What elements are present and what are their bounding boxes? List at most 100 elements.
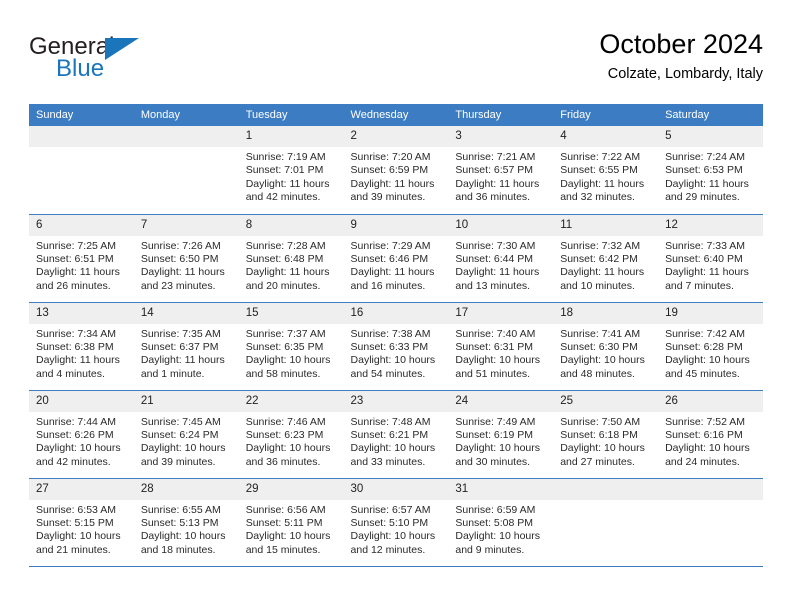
- calendar-day-cell[interactable]: 8 Sunrise: 7:28 AM Sunset: 6:48 PM Daylight…: [238, 214, 344, 303]
- calendar-day-cell[interactable]: 7 Sunrise: 7:26 AM Sunset: 6:50 PM Daylight…: [133, 214, 239, 303]
- calendar-day-cell[interactable]: 16 Sunrise: 7:38 AM Sunset: 6:33 PM Dayligh…: [343, 302, 449, 391]
- calendar-day-cell[interactable]: 6 Sunrise: 7:25 AM Sunset: 6:51 PM Daylight…: [29, 214, 134, 303]
- day-detail: Sunrise: 6:56 AM Sunset: 5:11 PM Daylight:…: [239, 500, 344, 558]
- sunrise-text: Sunrise: 7:38 AM: [350, 327, 431, 340]
- calendar-day-cell[interactable]: 5 Sunrise: 7:24 AM Sunset: 6:53 PM Daylight…: [658, 126, 763, 215]
- sunset-text: Sunset: 6:35 PM: [245, 340, 324, 353]
- calendar-page: General Blue October 2024 Colzate, Lomba…: [0, 0, 792, 612]
- day-detail: Sunrise: 7:32 AM Sunset: 6:42 PM Daylight:…: [553, 236, 658, 294]
- daylight-text-line1: Daylight: 10 hours: [560, 354, 645, 367]
- day-number: 6: [29, 214, 134, 236]
- calendar-day-cell[interactable]: 3 Sunrise: 7:21 AM Sunset: 6:57 PM Daylight…: [448, 126, 554, 215]
- sunset-text: Sunset: 6:44 PM: [455, 252, 534, 265]
- sunset-text: Sunset: 6:21 PM: [350, 428, 429, 441]
- calendar-day-cell[interactable]: 22 Sunrise: 7:46 AM Sunset: 6:23 PM Dayligh…: [238, 390, 344, 479]
- sunrise-text: Sunrise: 7:25 AM: [36, 239, 116, 252]
- calendar-day-cell[interactable]: 10 Sunrise: 7:30 AM Sunset: 6:44 PM Dayligh…: [448, 214, 554, 303]
- calendar-day-cell[interactable]: 31 Sunrise: 6:59 AM Sunset: 5:08 PM Dayligh…: [448, 478, 554, 567]
- daylight-text-line2: and 24 minutes.: [665, 455, 740, 468]
- weekday-header-sunday: Sunday: [29, 104, 134, 126]
- daylight-text-line1: Daylight: 10 hours: [350, 442, 436, 455]
- sunset-text: Sunset: 6:55 PM: [560, 164, 638, 177]
- day-detail: Sunrise: 7:20 AM Sunset: 6:59 PM Daylight:…: [344, 147, 449, 205]
- calendar-day-cell[interactable]: 15 Sunrise: 7:37 AM Sunset: 6:35 PM Dayligh…: [238, 302, 344, 391]
- day-detail: Sunrise: 7:19 AM Sunset: 7:01 PM Daylight:…: [239, 147, 344, 205]
- page-title: October 2024: [599, 29, 763, 59]
- calendar-day-cell[interactable]: 1 Sunrise: 7:19 AM Sunset: 7:01 PM Daylight…: [238, 126, 344, 215]
- day-number: 10: [448, 214, 554, 236]
- weekday-header-row: Sunday Monday Tuesday Wednesday Thursday…: [29, 104, 763, 126]
- sunset-text: Sunset: 6:16 PM: [665, 428, 743, 441]
- day-detail: Sunrise: 7:44 AM Sunset: 6:26 PM Daylight:…: [29, 412, 134, 470]
- sunrise-text: Sunrise: 7:49 AM: [455, 415, 536, 428]
- daylight-text-line1: Daylight: 10 hours: [455, 530, 541, 543]
- sunset-text: Sunset: 6:33 PM: [350, 340, 429, 353]
- calendar-day-cell[interactable]: 26 Sunrise: 7:52 AM Sunset: 6:16 PM Dayligh…: [658, 390, 763, 479]
- sunrise-text: Sunrise: 7:29 AM: [350, 239, 431, 252]
- calendar-day-cell[interactable]: 4 Sunrise: 7:22 AM Sunset: 6:55 PM Daylight…: [553, 126, 659, 215]
- calendar-day-cell[interactable]: 18 Sunrise: 7:41 AM Sunset: 6:30 PM Dayligh…: [553, 302, 659, 391]
- daylight-text-line2: and 39 minutes.: [140, 455, 216, 468]
- sunset-text: Sunset: 6:50 PM: [140, 252, 219, 265]
- calendar-day-cell[interactable]: 20 Sunrise: 7:44 AM Sunset: 6:26 PM Dayligh…: [29, 390, 134, 479]
- day-number: 3: [448, 126, 554, 147]
- daylight-text-line1: Daylight: 10 hours: [455, 354, 541, 367]
- calendar-day-cell[interactable]: 29 Sunrise: 6:56 AM Sunset: 5:11 PM Dayligh…: [238, 478, 344, 567]
- calendar-day-cell[interactable]: 30 Sunrise: 6:57 AM Sunset: 5:10 PM Dayligh…: [343, 478, 449, 567]
- calendar-day-cell[interactable]: 24 Sunrise: 7:49 AM Sunset: 6:19 PM Dayligh…: [448, 390, 554, 479]
- general-blue-logo[interactable]: General Blue: [29, 34, 159, 92]
- day-number: [29, 126, 134, 147]
- day-number: [553, 478, 659, 500]
- daylight-text-line2: and 48 minutes.: [560, 367, 635, 380]
- calendar-day-cell[interactable]: 28 Sunrise: 6:55 AM Sunset: 5:13 PM Dayligh…: [133, 478, 239, 567]
- calendar-day-cell[interactable]: 14 Sunrise: 7:35 AM Sunset: 6:37 PM Dayligh…: [133, 302, 239, 391]
- sunset-text: Sunset: 6:48 PM: [245, 252, 324, 265]
- sunset-text: Sunset: 6:57 PM: [455, 164, 534, 177]
- daylight-text-line2: and 18 minutes.: [140, 543, 216, 556]
- daylight-text-line2: and 15 minutes.: [245, 543, 321, 556]
- calendar-day-cell[interactable]: 13 Sunrise: 7:34 AM Sunset: 6:38 PM Dayligh…: [29, 302, 134, 391]
- daylight-text-line1: Daylight: 10 hours: [245, 354, 331, 367]
- sunrise-text: Sunrise: 6:55 AM: [140, 503, 221, 516]
- sunrise-text: Sunrise: 7:20 AM: [350, 151, 431, 163]
- daylight-text-line2: and 42 minutes.: [245, 191, 321, 204]
- day-detail: Sunrise: 7:29 AM Sunset: 6:46 PM Daylight:…: [344, 236, 449, 294]
- daylight-text-line1: Daylight: 11 hours: [140, 354, 225, 367]
- sunrise-text: Sunrise: 7:22 AM: [560, 151, 641, 163]
- day-number: [133, 126, 239, 147]
- calendar-day-cell[interactable]: 25 Sunrise: 7:50 AM Sunset: 6:18 PM Dayligh…: [553, 390, 659, 479]
- daylight-text-line1: Daylight: 11 hours: [36, 354, 120, 367]
- calendar-day-cell[interactable]: 2 Sunrise: 7:20 AM Sunset: 6:59 PM Daylight…: [343, 126, 449, 215]
- sunrise-sunset-calendar: Sunday Monday Tuesday Wednesday Thursday…: [29, 104, 763, 567]
- sunset-text: Sunset: 5:11 PM: [245, 516, 323, 529]
- day-detail: Sunrise: 7:38 AM Sunset: 6:33 PM Daylight:…: [344, 324, 449, 382]
- calendar-day-cell[interactable]: 17 Sunrise: 7:40 AM Sunset: 6:31 PM Dayligh…: [448, 302, 554, 391]
- sunrise-text: Sunrise: 7:50 AM: [560, 415, 641, 428]
- calendar-week-row: 1 Sunrise: 7:19 AM Sunset: 7:01 PM Daylight…: [29, 126, 763, 215]
- sunrise-text: Sunrise: 7:35 AM: [140, 327, 221, 340]
- day-number: 8: [238, 214, 344, 236]
- calendar-day-cell[interactable]: 19 Sunrise: 7:42 AM Sunset: 6:28 PM Dayligh…: [658, 302, 763, 391]
- sunrise-text: Sunrise: 7:42 AM: [665, 327, 746, 340]
- day-number: 17: [448, 302, 554, 324]
- weekday-header-tuesday: Tuesday: [238, 104, 344, 126]
- sunset-text: Sunset: 6:19 PM: [455, 428, 534, 441]
- sunset-text: Sunset: 6:38 PM: [36, 340, 114, 353]
- calendar-day-cell[interactable]: 11 Sunrise: 7:32 AM Sunset: 6:42 PM Dayligh…: [553, 214, 659, 303]
- sunset-text: Sunset: 6:53 PM: [665, 164, 743, 177]
- day-detail: Sunrise: 7:49 AM Sunset: 6:19 PM Daylight:…: [448, 412, 553, 470]
- calendar-week-row: 13 Sunrise: 7:34 AM Sunset: 6:38 PM Dayligh…: [29, 302, 763, 391]
- daylight-text-line1: Daylight: 11 hours: [245, 266, 330, 279]
- sunset-text: Sunset: 6:28 PM: [665, 340, 743, 353]
- daylight-text-line2: and 29 minutes.: [665, 191, 740, 204]
- daylight-text-line1: Daylight: 10 hours: [140, 442, 226, 455]
- sunset-text: Sunset: 6:40 PM: [665, 252, 743, 265]
- calendar-day-cell[interactable]: 27 Sunrise: 6:53 AM Sunset: 5:15 PM Dayligh…: [29, 478, 134, 567]
- calendar-day-cell[interactable]: 23 Sunrise: 7:48 AM Sunset: 6:21 PM Dayligh…: [343, 390, 449, 479]
- calendar-day-cell[interactable]: 12 Sunrise: 7:33 AM Sunset: 6:40 PM Dayligh…: [658, 214, 763, 303]
- day-number: 18: [553, 302, 659, 324]
- calendar-day-cell[interactable]: 9 Sunrise: 7:29 AM Sunset: 6:46 PM Daylight…: [343, 214, 449, 303]
- daylight-text-line1: Daylight: 10 hours: [36, 442, 121, 455]
- daylight-text-line1: Daylight: 10 hours: [455, 442, 541, 455]
- calendar-day-cell[interactable]: 21 Sunrise: 7:45 AM Sunset: 6:24 PM Dayligh…: [133, 390, 239, 479]
